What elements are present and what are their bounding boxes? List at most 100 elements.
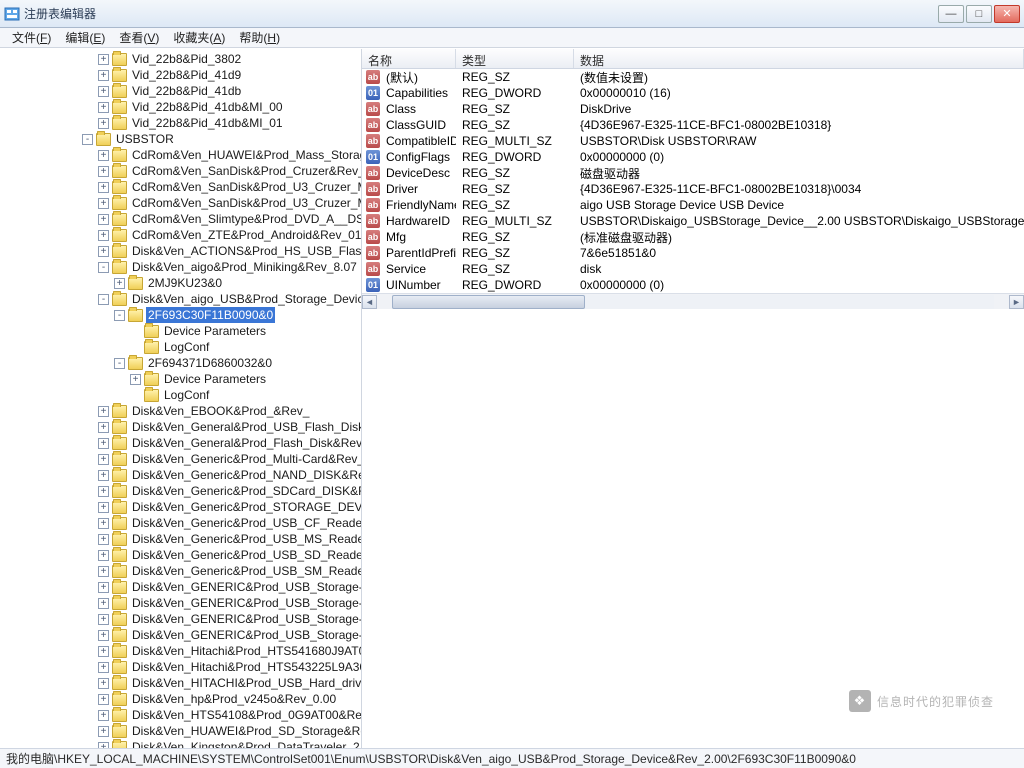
expand-icon[interactable]: + xyxy=(98,422,109,433)
expand-icon[interactable]: + xyxy=(98,582,109,593)
expand-icon[interactable]: + xyxy=(98,118,109,129)
minimize-button[interactable]: — xyxy=(938,5,964,23)
collapse-icon[interactable]: - xyxy=(98,294,109,305)
value-row[interactable]: 01UINumberREG_DWORD0x00000000 (0) xyxy=(362,277,1024,293)
tree-node[interactable]: +2MJ9KU23&0 xyxy=(2,275,361,291)
tree-node[interactable]: LogConf xyxy=(2,339,361,355)
value-row[interactable]: abCompatibleIDsREG_MULTI_SZUSBSTOR\Disk … xyxy=(362,133,1024,149)
expand-icon[interactable]: + xyxy=(130,374,141,385)
tree-node[interactable]: +Disk&Ven_Generic&Prod_USB_SD_Reader&Rev… xyxy=(2,547,361,563)
expand-icon[interactable]: + xyxy=(98,630,109,641)
value-row[interactable]: abParentIdPrefixREG_SZ7&6e51851&0 xyxy=(362,245,1024,261)
tree-node[interactable]: +Disk&Ven_GENERIC&Prod_USB_Storage-SMC&R… xyxy=(2,627,361,643)
menu-v[interactable]: 查看(V) xyxy=(113,28,165,47)
tree-node[interactable]: +Disk&Ven_Hitachi&Prod_HTS541680J9AT00&R… xyxy=(2,643,361,659)
expand-icon[interactable]: + xyxy=(98,534,109,545)
expand-icon[interactable]: + xyxy=(98,710,109,721)
tree-node[interactable]: +CdRom&Ven_SanDisk&Prod_Cruzer&Rev_8.01 xyxy=(2,163,361,179)
tree-node[interactable]: -Disk&Ven_aigo&Prod_Miniking&Rev_8.07 xyxy=(2,259,361,275)
tree-node[interactable]: +CdRom&Ven_SanDisk&Prod_U3_Cruzer_Micro&… xyxy=(2,195,361,211)
value-row[interactable]: abClassGUIDREG_SZ{4D36E967-E325-11CE-BFC… xyxy=(362,117,1024,133)
tree-node[interactable]: +Device Parameters xyxy=(2,371,361,387)
expand-icon[interactable]: + xyxy=(98,486,109,497)
tree-node[interactable]: -Disk&Ven_aigo_USB&Prod_Storage_Device&R… xyxy=(2,291,361,307)
col-type[interactable]: 类型 xyxy=(456,49,574,68)
value-row[interactable]: abClassREG_SZDiskDrive xyxy=(362,101,1024,117)
tree-node[interactable]: +Disk&Ven_GENERIC&Prod_USB_Storage-CFC&R… xyxy=(2,579,361,595)
value-row[interactable]: abDriverREG_SZ{4D36E967-E325-11CE-BFC1-0… xyxy=(362,181,1024,197)
expand-icon[interactable]: + xyxy=(98,662,109,673)
expand-icon[interactable]: + xyxy=(98,182,109,193)
tree-node[interactable]: +Disk&Ven_General&Prod_USB_Flash_Disk&Re… xyxy=(2,419,361,435)
expand-icon[interactable]: + xyxy=(98,742,109,749)
tree-node[interactable]: +Disk&Ven_General&Prod_Flash_Disk&Rev_8.… xyxy=(2,435,361,451)
tree-node[interactable]: +Vid_22b8&Pid_41d9 xyxy=(2,67,361,83)
tree-node[interactable]: +Disk&Ven_Generic&Prod_STORAGE_DEVICE&Re… xyxy=(2,499,361,515)
tree-pane[interactable]: +Vid_22b8&Pid_3802+Vid_22b8&Pid_41d9+Vid… xyxy=(0,49,362,748)
tree-node[interactable]: -USBSTOR xyxy=(2,131,361,147)
expand-icon[interactable]: + xyxy=(98,150,109,161)
menu-a[interactable]: 收藏夹(A) xyxy=(167,28,231,47)
close-button[interactable]: ✕ xyxy=(994,5,1020,23)
expand-icon[interactable]: + xyxy=(98,246,109,257)
tree-node[interactable]: +Disk&Ven_GENERIC&Prod_USB_Storage-MSC&R… xyxy=(2,611,361,627)
tree-node[interactable]: +Disk&Ven_Generic&Prod_SDCard_DISK&Rev_ xyxy=(2,483,361,499)
value-row[interactable]: ab(默认)REG_SZ(数值未设置) xyxy=(362,69,1024,85)
tree-node[interactable]: +Disk&Ven_Generic&Prod_NAND_DISK&Rev_ xyxy=(2,467,361,483)
tree-node[interactable]: -2F694371D6860032&0 xyxy=(2,355,361,371)
tree-node[interactable]: +Disk&Ven_HUAWEI&Prod_SD_Storage&Rev_2.3… xyxy=(2,723,361,739)
value-row[interactable]: abDeviceDescREG_SZ磁盘驱动器 xyxy=(362,165,1024,181)
expand-icon[interactable]: + xyxy=(98,614,109,625)
collapse-icon[interactable]: - xyxy=(82,134,93,145)
expand-icon[interactable]: + xyxy=(98,166,109,177)
value-row[interactable]: abHardwareIDREG_MULTI_SZUSBSTOR\Diskaigo… xyxy=(362,213,1024,229)
value-row[interactable]: 01ConfigFlagsREG_DWORD0x00000000 (0) xyxy=(362,149,1024,165)
expand-icon[interactable]: + xyxy=(98,598,109,609)
tree-node[interactable]: +Disk&Ven_HITACHI&Prod_USB_Hard_drive&Re… xyxy=(2,675,361,691)
tree-node[interactable]: +Disk&Ven_Generic&Prod_USB_CF_Reader&Rev… xyxy=(2,515,361,531)
expand-icon[interactable]: + xyxy=(98,54,109,65)
expand-icon[interactable]: + xyxy=(114,278,125,289)
collapse-icon[interactable]: - xyxy=(114,358,125,369)
menu-h[interactable]: 帮助(H) xyxy=(233,28,286,47)
tree-node[interactable]: +CdRom&Ven_ZTE&Prod_Android&Rev_0100 xyxy=(2,227,361,243)
tree-node[interactable]: +CdRom&Ven_HUAWEI&Prod_Mass_Storage&Rev_… xyxy=(2,147,361,163)
expand-icon[interactable]: + xyxy=(98,214,109,225)
col-name[interactable]: 名称 xyxy=(362,49,456,68)
expand-icon[interactable]: + xyxy=(98,230,109,241)
value-row[interactable]: abMfgREG_SZ(标准磁盘驱动器) xyxy=(362,229,1024,245)
tree-node[interactable]: +Vid_22b8&Pid_41db&MI_01 xyxy=(2,115,361,131)
tree-node[interactable]: +Disk&Ven_hp&Prod_v245o&Rev_0.00 xyxy=(2,691,361,707)
expand-icon[interactable]: + xyxy=(98,726,109,737)
tree-node[interactable]: -2F693C30F11B0090&0 xyxy=(2,307,361,323)
menu-e[interactable]: 编辑(E) xyxy=(59,28,111,47)
tree-node[interactable]: +Disk&Ven_Kingston&Prod_DataTraveler_2.0… xyxy=(2,739,361,748)
tree-node[interactable]: +Disk&Ven_HTS54108&Prod_0G9AT00&Rev_ xyxy=(2,707,361,723)
tree-node[interactable]: +CdRom&Ven_Slimtype&Prod_DVD_A__DS8A3S&R… xyxy=(2,211,361,227)
expand-icon[interactable]: + xyxy=(98,86,109,97)
expand-icon[interactable]: + xyxy=(98,694,109,705)
expand-icon[interactable]: + xyxy=(98,406,109,417)
tree-node[interactable]: +CdRom&Ven_SanDisk&Prod_U3_Cruzer_Micro&… xyxy=(2,179,361,195)
tree-node[interactable]: +Disk&Ven_Generic&Prod_USB_MS_Reader&Rev… xyxy=(2,531,361,547)
values-pane[interactable]: 名称 类型 数据 ab(默认)REG_SZ(数值未设置)01Capabiliti… xyxy=(362,49,1024,748)
value-row[interactable]: 01CapabilitiesREG_DWORD0x00000010 (16) xyxy=(362,85,1024,101)
tree-node[interactable]: +Disk&Ven_EBOOK&Prod_&Rev_ xyxy=(2,403,361,419)
tree-node[interactable]: +Disk&Ven_Generic&Prod_USB_SM_Reader&Rev… xyxy=(2,563,361,579)
value-row[interactable]: abServiceREG_SZdisk xyxy=(362,261,1024,277)
expand-icon[interactable]: + xyxy=(98,646,109,657)
tree-node[interactable]: +Disk&Ven_GENERIC&Prod_USB_Storage-MMC&R… xyxy=(2,595,361,611)
expand-icon[interactable]: + xyxy=(98,198,109,209)
value-row[interactable]: abFriendlyNameREG_SZaigo USB Storage Dev… xyxy=(362,197,1024,213)
collapse-icon[interactable]: - xyxy=(114,310,125,321)
tree-node[interactable]: +Vid_22b8&Pid_41db xyxy=(2,83,361,99)
tree-node[interactable]: +Disk&Ven_ACTIONS&Prod_HS_USB_FlashDisk&… xyxy=(2,243,361,259)
collapse-icon[interactable]: - xyxy=(98,262,109,273)
col-data[interactable]: 数据 xyxy=(574,49,1024,68)
expand-icon[interactable]: + xyxy=(98,70,109,81)
expand-icon[interactable]: + xyxy=(98,102,109,113)
tree-node[interactable]: +Vid_22b8&Pid_3802 xyxy=(2,51,361,67)
maximize-button[interactable]: □ xyxy=(966,5,992,23)
tree-node[interactable]: LogConf xyxy=(2,387,361,403)
expand-icon[interactable]: + xyxy=(98,454,109,465)
